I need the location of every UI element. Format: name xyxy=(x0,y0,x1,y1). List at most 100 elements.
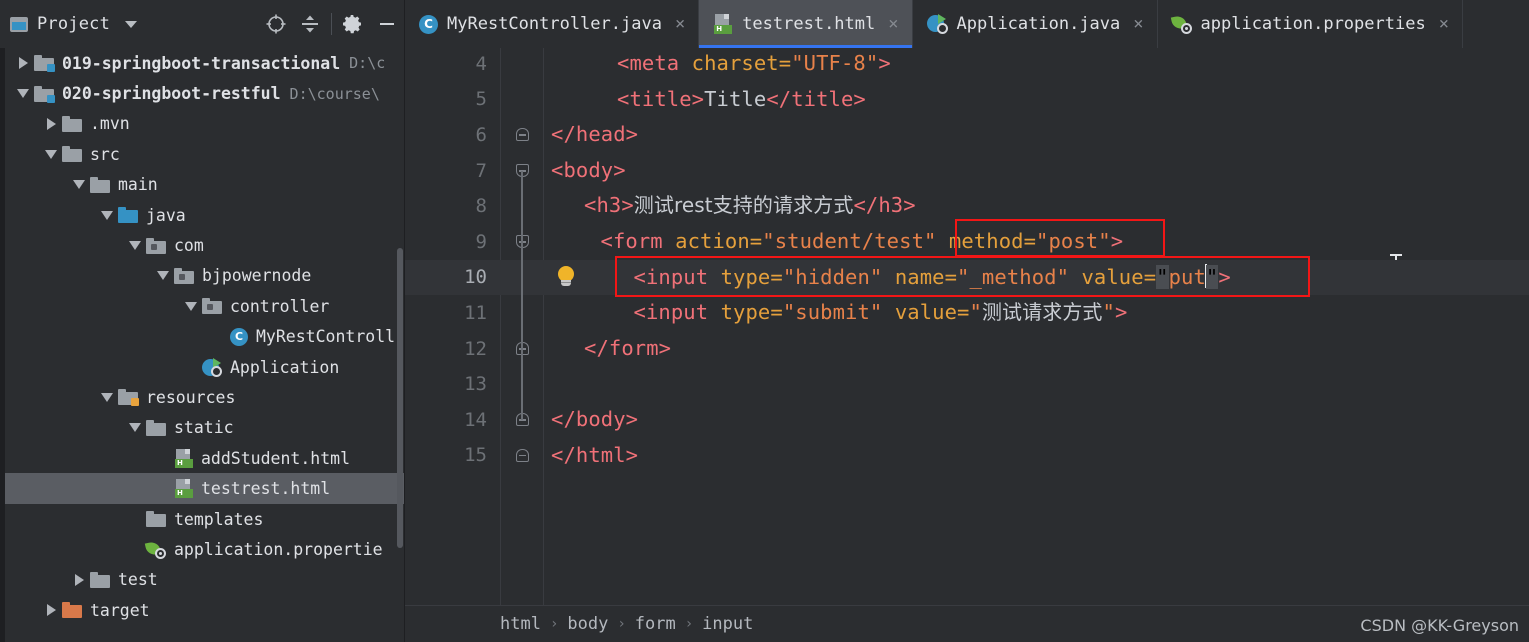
line-number: 8 xyxy=(475,195,487,218)
chevron-down-icon[interactable] xyxy=(12,89,34,99)
chevron-right-icon[interactable] xyxy=(40,604,62,617)
chevron-right-icon[interactable] xyxy=(40,117,62,130)
folder-icon xyxy=(62,146,82,163)
tree-item-testrest-html[interactable]: Htestrest.html xyxy=(0,473,404,504)
tree-item-static[interactable]: static xyxy=(0,413,404,443)
fold-toggle-icon[interactable] xyxy=(501,128,543,142)
tree-item-resources[interactable]: resources xyxy=(0,382,404,412)
code-line-4[interactable]: 4 <meta charset="UTF-8"> xyxy=(405,48,1529,82)
breadcrumb-separator: › xyxy=(549,616,559,632)
code-editor: 4 <meta charset="UTF-8"> 5 <title>Title</ti… xyxy=(405,48,1529,642)
folder-icon xyxy=(146,419,166,436)
chevron-down-icon[interactable] xyxy=(68,180,90,190)
tab-myrestcontroller-java[interactable]: C MyRestController.java × xyxy=(405,0,700,48)
toolbar-divider xyxy=(331,13,332,35)
token-val: "UTF-8" xyxy=(791,51,879,75)
tree-item-label: addStudent.html xyxy=(201,448,351,468)
token-val: "submit" xyxy=(782,300,883,325)
tree-item-application[interactable]: Application xyxy=(0,352,404,382)
breadcrumb-item-input[interactable]: input xyxy=(702,614,753,634)
project-panel-title[interactable]: Project xyxy=(10,14,138,34)
intention-bulb-icon[interactable] xyxy=(555,266,577,288)
code-line-7[interactable]: 7 <body> xyxy=(405,153,1529,189)
tree-item-label: .mvn xyxy=(90,114,130,134)
project-panel-label: Project xyxy=(37,14,111,34)
gear-icon[interactable] xyxy=(336,7,370,41)
main-body: 019-springboot-transactional D:\c 020-spri… xyxy=(0,48,1529,642)
tab-testrest-html[interactable]: H testrest.html × xyxy=(699,0,913,48)
code-line-9[interactable]: 9 <form action="student/test" method="pos… xyxy=(405,224,1529,260)
tree-item-application-propertie[interactable]: application.propertie xyxy=(0,534,404,564)
panel-edge xyxy=(0,48,5,642)
chevron-down-icon[interactable] xyxy=(124,241,146,251)
chevron-down-icon[interactable] xyxy=(124,423,146,433)
chevron-down-icon[interactable] xyxy=(96,392,118,402)
chevron-right-icon[interactable] xyxy=(12,57,34,70)
chevron-down-icon[interactable] xyxy=(125,20,138,28)
chevron-right-icon[interactable] xyxy=(68,573,90,586)
sidebar-scrollbar[interactable] xyxy=(397,248,403,548)
tree-item-mvn[interactable]: .mvn xyxy=(0,109,404,139)
top-row: Project C MyRestController.java × H test… xyxy=(0,0,1529,48)
tree-item-path: D:\c xyxy=(349,54,386,73)
code-text: <body> xyxy=(551,153,626,189)
fold-connector-line xyxy=(521,242,523,349)
token-cjk: 测试请求方式 xyxy=(981,300,1103,325)
collapse-all-icon[interactable] xyxy=(293,7,327,41)
chevron-down-icon[interactable] xyxy=(40,149,62,159)
code-line-6[interactable]: 6 </head> xyxy=(405,117,1529,153)
tree-item-controller[interactable]: controller xyxy=(0,291,404,321)
token-tag: <input xyxy=(633,300,721,325)
breadcrumb-separator: › xyxy=(684,616,694,632)
close-icon[interactable]: × xyxy=(888,15,898,33)
tab-application-java[interactable]: Application.java × xyxy=(912,0,1158,48)
fold-toggle-icon[interactable] xyxy=(501,448,543,462)
breadcrumb-item-form[interactable]: form xyxy=(635,614,676,634)
tree-item-bjpowernode[interactable]: bjpowernode xyxy=(0,261,404,291)
tab-application-properties[interactable]: application.properties × xyxy=(1157,0,1463,48)
breadcrumb-item-html[interactable]: html xyxy=(500,614,541,634)
tree-item-addstudent-html[interactable]: HaddStudent.html xyxy=(0,443,404,473)
line-number: 12 xyxy=(464,337,487,360)
tree-item-019-springboot-transactional[interactable]: 019-springboot-transactional D:\c xyxy=(0,48,404,78)
token-attr: method= xyxy=(948,229,1037,253)
code-text: <meta charset="UTF-8"> xyxy=(617,48,891,82)
html-file-icon: H xyxy=(174,448,193,468)
tree-item-templates[interactable]: templates xyxy=(0,504,404,534)
code-line-8[interactable]: 8 <h3>测试rest支持的请求方式</h3> xyxy=(405,188,1529,224)
close-icon[interactable]: × xyxy=(1439,15,1449,33)
token-val: " xyxy=(969,300,982,325)
chevron-down-icon[interactable] xyxy=(152,271,174,281)
tree-item-label: testrest.html xyxy=(201,479,331,499)
code-line-13[interactable]: 13 xyxy=(405,366,1529,402)
tree-item-020-springboot-restful[interactable]: 020-springboot-restful D:\course\ xyxy=(0,78,404,108)
chevron-down-icon[interactable] xyxy=(180,301,202,311)
chevron-down-icon[interactable] xyxy=(96,210,118,220)
token-tag: > xyxy=(1110,229,1124,253)
tree-item-target[interactable]: target xyxy=(0,595,404,625)
close-icon[interactable]: × xyxy=(675,15,685,33)
java-class-icon: C xyxy=(419,14,438,34)
token-tag: > xyxy=(878,51,891,75)
tree-item-main[interactable]: main xyxy=(0,170,404,200)
code-text: </head> xyxy=(551,117,638,153)
code-area[interactable]: 4 <meta charset="UTF-8"> 5 <title>Title</ti… xyxy=(405,48,1529,605)
minimize-icon[interactable] xyxy=(370,7,404,41)
code-line-15[interactable]: 15 </html> xyxy=(405,438,1529,474)
code-line-12[interactable]: 12 </form> xyxy=(405,331,1529,367)
tree-item-java[interactable]: java xyxy=(0,200,404,230)
close-icon[interactable]: × xyxy=(1133,15,1143,33)
code-line-11[interactable]: 11 <input type="submit" value="测试请求方式"> xyxy=(405,295,1529,331)
tree-item-com[interactable]: com xyxy=(0,230,404,260)
tree-item-myrestcontroll[interactable]: C MyRestControll xyxy=(0,322,404,352)
code-line-5[interactable]: 5 <title>Title</title> xyxy=(405,82,1529,118)
code-line-10[interactable]: 10 <input type="hidden" name="_method" va… xyxy=(405,259,1529,296)
project-icon xyxy=(10,16,28,32)
tree-item-test[interactable]: test xyxy=(0,565,404,595)
token-qmark: " xyxy=(1156,264,1169,289)
code-text: </body> xyxy=(551,402,638,438)
code-line-14[interactable]: 14 </body> xyxy=(405,402,1529,438)
tree-item-src[interactable]: src xyxy=(0,139,404,169)
locate-icon[interactable] xyxy=(259,7,293,41)
breadcrumb-item-body[interactable]: body xyxy=(567,614,608,634)
